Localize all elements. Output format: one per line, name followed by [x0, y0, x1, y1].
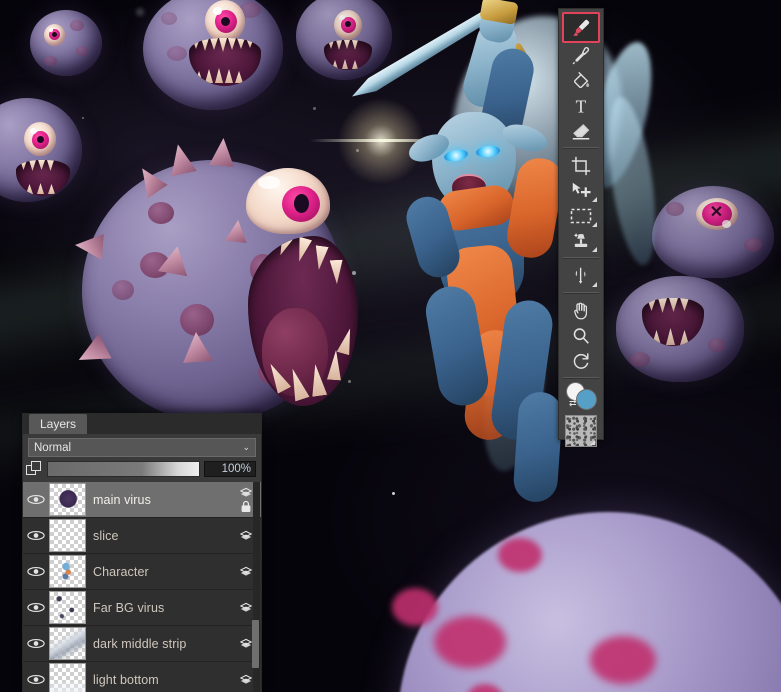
layer-list-scrollbar[interactable]	[252, 482, 260, 692]
swap-colors-icon[interactable]: ⇄	[569, 398, 577, 409]
tool-palette[interactable]: T ⇄	[558, 8, 604, 447]
opacity-slider[interactable]	[47, 461, 200, 478]
pattern-swatch[interactable]	[565, 415, 597, 447]
star	[392, 492, 395, 495]
clone-stamp-icon[interactable]	[564, 228, 598, 253]
panel-tab-bar: Layers	[23, 414, 261, 435]
layer-row-slice[interactable]: slice	[23, 518, 261, 555]
blend-mode-row: Normal ⌄	[23, 434, 261, 458]
layer-stack-icon	[239, 674, 253, 684]
opacity-row: 100%	[23, 457, 261, 482]
blend-mode-select[interactable]: Normal ⌄	[28, 438, 256, 458]
fill-bucket-icon[interactable]	[564, 68, 598, 93]
hand-icon[interactable]	[564, 298, 598, 323]
move-tool-icon[interactable]	[564, 178, 598, 203]
toolbar-divider	[563, 377, 599, 379]
virus-creature-right-lower	[616, 276, 744, 382]
layer-name: main virus	[93, 492, 151, 507]
star	[136, 8, 144, 16]
background-color-swatch[interactable]	[577, 390, 596, 409]
layer-row-character[interactable]: Character	[23, 554, 261, 591]
layer-thumbnail[interactable]	[49, 663, 86, 692]
tool-group-transform	[559, 150, 603, 256]
zoom-icon[interactable]	[564, 323, 598, 348]
layers-panel[interactable]: Layers Normal ⌄ 100% main virus slice Ch…	[22, 413, 262, 692]
crop-icon[interactable]	[564, 153, 598, 178]
star	[352, 271, 356, 275]
toolbar-divider	[563, 147, 599, 149]
layer-stack-icon	[239, 487, 253, 497]
tool-group-blend	[559, 260, 603, 291]
layer-row-dark-middle-strip[interactable]: dark middle strip	[23, 626, 261, 663]
opacity-layers-icon	[26, 461, 43, 477]
virus-creature-small	[30, 10, 102, 76]
rotate-canvas-icon[interactable]	[564, 348, 598, 373]
submenu-corner-icon	[592, 282, 597, 287]
tool-group-paint: T	[559, 9, 603, 146]
toolbar-divider	[563, 292, 599, 294]
eyedropper-icon[interactable]	[564, 43, 598, 68]
star	[82, 117, 84, 119]
layer-thumbnail[interactable]	[49, 555, 86, 589]
visibility-eye-icon[interactable]	[23, 566, 49, 577]
tool-group-navigate	[559, 295, 603, 376]
star	[348, 380, 351, 383]
sword-glint	[310, 96, 460, 186]
visibility-eye-icon[interactable]	[23, 638, 49, 649]
layer-row-light-bottom[interactable]: light bottom	[23, 662, 261, 692]
opacity-value[interactable]: 100%	[204, 461, 256, 478]
rectangular-select-icon[interactable]	[564, 203, 598, 228]
layer-thumbnail[interactable]	[49, 627, 86, 661]
layer-name: light bottom	[93, 672, 159, 687]
chevron-down-icon: ⌄	[242, 442, 250, 453]
star	[313, 107, 316, 110]
layer-stack-icon	[239, 602, 253, 612]
eraser-icon[interactable]	[564, 118, 598, 143]
layer-thumbnail[interactable]	[49, 591, 86, 625]
toolbar-divider	[563, 257, 599, 259]
visibility-eye-icon[interactable]	[23, 530, 49, 541]
visibility-eye-icon[interactable]	[23, 674, 49, 685]
tab-layers[interactable]: Layers	[29, 414, 88, 435]
layer-list[interactable]: main virus slice Character Far BG virus …	[23, 482, 261, 692]
lock-icon	[241, 500, 251, 512]
brush-tool[interactable]	[562, 12, 600, 43]
layer-row-far-bg-virus[interactable]: Far BG virus	[23, 590, 261, 627]
layer-name: Character	[93, 564, 149, 579]
layer-row-main-virus[interactable]: main virus	[23, 482, 261, 519]
scrollbar-thumb[interactable]	[252, 620, 259, 669]
smudge-icon[interactable]	[564, 263, 598, 288]
layer-stack-icon	[239, 530, 253, 540]
submenu-corner-icon	[592, 197, 597, 202]
virus-creature-right-upper: ✕	[652, 186, 774, 278]
submenu-corner-icon	[590, 440, 595, 445]
color-swatch[interactable]: ⇄	[564, 381, 598, 411]
layer-stack-icon	[239, 566, 253, 576]
layer-thumbnail[interactable]	[49, 483, 86, 517]
layer-name: slice	[93, 528, 119, 543]
layer-name: Far BG virus	[93, 600, 165, 615]
layer-thumbnail[interactable]	[49, 519, 86, 553]
submenu-corner-icon	[592, 222, 597, 227]
visibility-eye-icon[interactable]	[23, 494, 49, 505]
blend-mode-value: Normal	[34, 441, 72, 454]
submenu-corner-icon	[592, 247, 597, 252]
visibility-eye-icon[interactable]	[23, 602, 49, 613]
layer-name: dark middle strip	[93, 636, 187, 651]
text-tool-icon[interactable]: T	[564, 93, 598, 118]
svg-text:T: T	[576, 96, 587, 116]
application-window: ✕ T ⇄ Layers Normal ⌄ 100% main virus sl…	[0, 0, 781, 692]
